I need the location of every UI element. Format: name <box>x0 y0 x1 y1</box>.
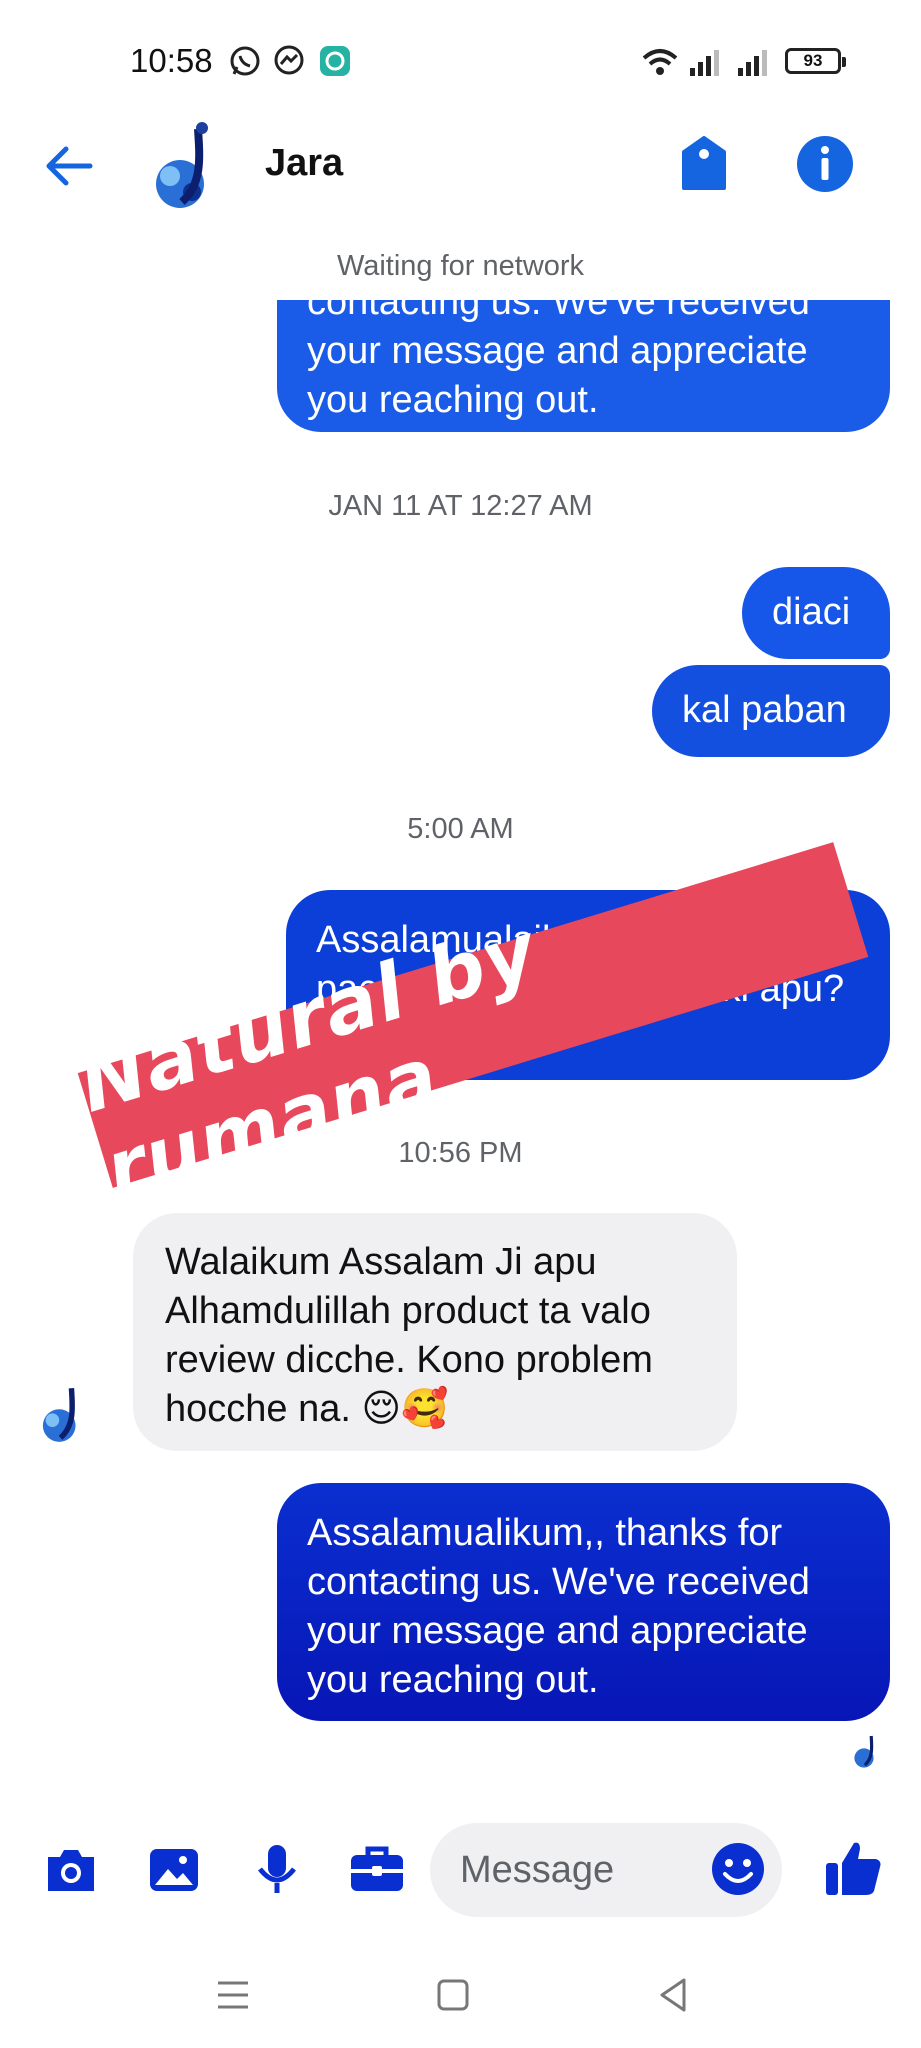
microphone-icon[interactable] <box>248 1841 306 1899</box>
contact-name[interactable]: Jara <box>265 142 343 185</box>
whatsapp-icon <box>230 46 260 76</box>
avatar-logo-icon <box>848 1730 888 1770</box>
message-composer <box>0 1805 921 1935</box>
home-icon[interactable] <box>428 1970 478 2020</box>
message-bubble-outgoing[interactable]: kal paban <box>652 665 890 757</box>
message-text: Walaikum Assalam Ji apu Alhamdulillah pr… <box>165 1241 653 1430</box>
status-bar: 10:58 93 <box>0 0 921 120</box>
briefcase-icon[interactable] <box>348 1841 406 1899</box>
signal-icon <box>738 50 767 76</box>
battery-indicator: 93 <box>785 48 846 74</box>
status-time: 10:58 <box>130 42 213 79</box>
thumbs-up-icon[interactable] <box>822 1837 884 1899</box>
wifi-icon <box>642 49 678 75</box>
message-text: contacting us. We've received your messa… <box>307 300 810 421</box>
message-input[interactable] <box>460 1823 690 1917</box>
emoji-icon[interactable] <box>710 1841 766 1897</box>
message-text: kal paban <box>682 689 847 731</box>
info-icon[interactable] <box>793 132 857 196</box>
message-bubble-outgoing[interactable]: Assalamualikum,, thanks for contacting u… <box>277 1483 890 1721</box>
avatar-logo-icon <box>32 1378 100 1446</box>
message-input-container[interactable] <box>430 1823 782 1917</box>
tag-icon[interactable] <box>672 132 736 196</box>
avatar[interactable] <box>32 1378 100 1446</box>
signal-icon <box>690 50 719 76</box>
back-arrow-icon[interactable] <box>40 138 96 194</box>
avatar-logo-icon <box>140 114 240 214</box>
seen-avatar <box>848 1730 888 1770</box>
timestamp: JAN 11 AT 12:27 AM <box>328 490 593 522</box>
message-bubble-incoming[interactable]: Walaikum Assalam Ji apu Alhamdulillah pr… <box>133 1213 737 1451</box>
system-nav-bar <box>0 1950 921 2048</box>
chat-header: Jara <box>0 110 921 220</box>
gallery-icon[interactable] <box>145 1841 203 1899</box>
chat-app-icon <box>320 46 350 76</box>
message-bubble-outgoing[interactable]: diaci <box>742 567 890 659</box>
back-icon[interactable] <box>648 1970 698 2020</box>
message-text: diaci <box>772 591 851 633</box>
message-bubble-outgoing[interactable]: contacting us. We've received your messa… <box>277 300 890 432</box>
message-text: Assalamualikum,, thanks for contacting u… <box>307 1512 810 1701</box>
messenger-icon <box>274 45 304 75</box>
avatar[interactable] <box>140 114 240 214</box>
network-status: Waiting for network <box>336 250 585 282</box>
menu-icon[interactable] <box>208 1970 258 2020</box>
camera-icon[interactable] <box>42 1841 100 1899</box>
